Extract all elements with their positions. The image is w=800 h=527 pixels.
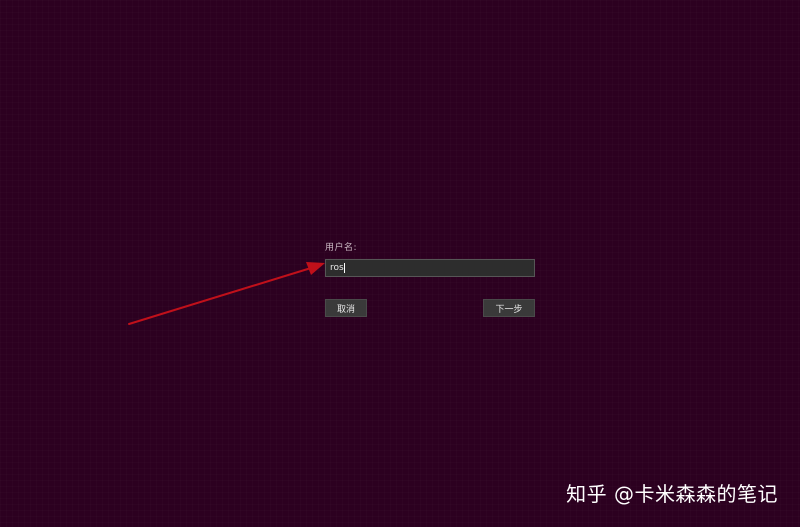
username-input[interactable]: [325, 259, 535, 277]
login-panel: 用户名: 取消 下一步: [325, 240, 536, 320]
text-caret: [344, 263, 345, 273]
zhihu-watermark: 知乎 @卡米森森的笔记: [566, 482, 778, 506]
cancel-button[interactable]: 取消: [325, 299, 367, 317]
next-button[interactable]: 下一步: [483, 299, 535, 317]
username-label: 用户名:: [325, 243, 358, 253]
